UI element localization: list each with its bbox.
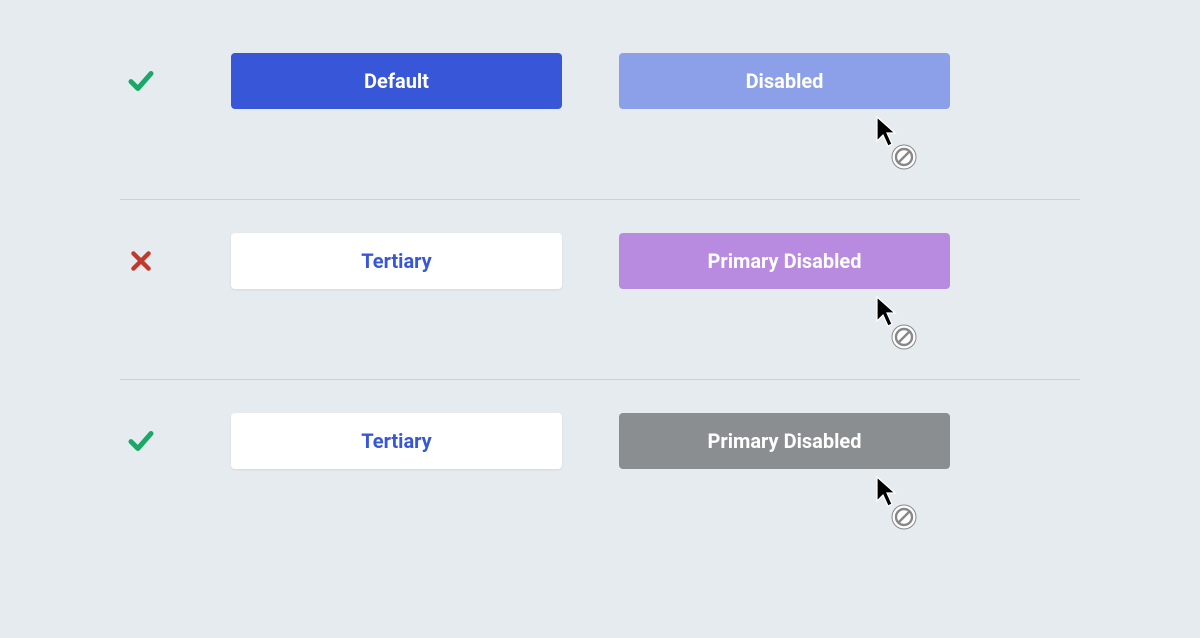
not-allowed-cursor-icon <box>875 295 919 351</box>
tertiary-button[interactable]: Tertiary <box>231 413 562 469</box>
check-icon <box>125 65 157 97</box>
primary-disabled-button: Primary Disabled <box>619 413 950 469</box>
button-label: Primary Disabled <box>708 429 862 453</box>
not-allowed-cursor-icon <box>875 115 919 171</box>
primary-disabled-button: Primary Disabled <box>619 233 950 289</box>
button-label: Tertiary <box>361 249 431 273</box>
button-label: Disabled <box>746 69 824 93</box>
divider <box>120 379 1080 380</box>
check-icon <box>125 425 157 457</box>
not-allowed-cursor-icon <box>875 475 919 531</box>
disabled-button: Disabled <box>619 53 950 109</box>
divider <box>120 199 1080 200</box>
tertiary-button[interactable]: Tertiary <box>231 233 562 289</box>
default-button[interactable]: Default <box>231 53 562 109</box>
button-label: Primary Disabled <box>708 249 862 273</box>
button-label: Default <box>364 69 429 93</box>
button-label: Tertiary <box>361 429 431 453</box>
cross-icon <box>125 245 157 277</box>
